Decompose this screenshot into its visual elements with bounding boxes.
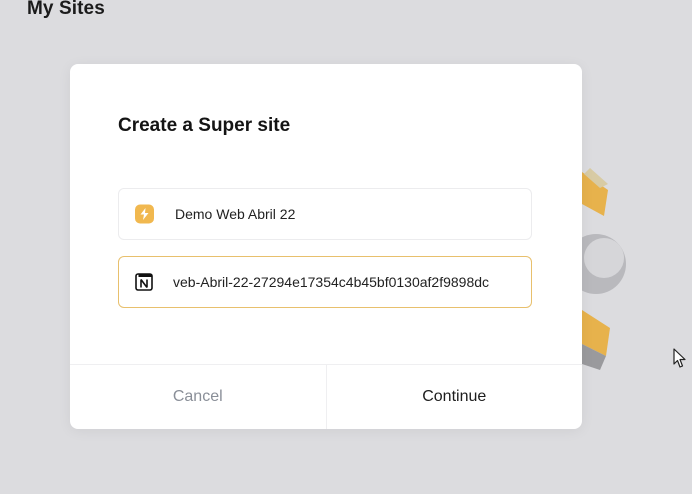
cancel-button[interactable]: Cancel <box>70 365 327 429</box>
create-site-dialog: Create a Super site Demo Web Abril 22 ve… <box>70 64 582 429</box>
notion-logo-icon <box>135 273 154 292</box>
lightning-bolt-icon <box>135 204 154 224</box>
page-title: My Sites <box>27 0 105 19</box>
site-name-value[interactable]: Demo Web Abril 22 <box>175 206 515 222</box>
site-name-field[interactable]: Demo Web Abril 22 <box>118 188 532 240</box>
dialog-title: Create a Super site <box>118 115 291 136</box>
notion-url-input[interactable]: veb-Abril-22-27294e17354c4b45bf0130af2f9… <box>173 274 515 290</box>
continue-button[interactable]: Continue <box>327 365 583 429</box>
dialog-footer: Cancel Continue <box>70 364 582 429</box>
mouse-pointer-icon <box>673 348 686 368</box>
notion-url-field[interactable]: veb-Abril-22-27294e17354c4b45bf0130af2f9… <box>118 256 532 308</box>
notion-url-value: veb-Abril-22-27294e17354c4b45bf0130af2f9… <box>173 274 490 290</box>
